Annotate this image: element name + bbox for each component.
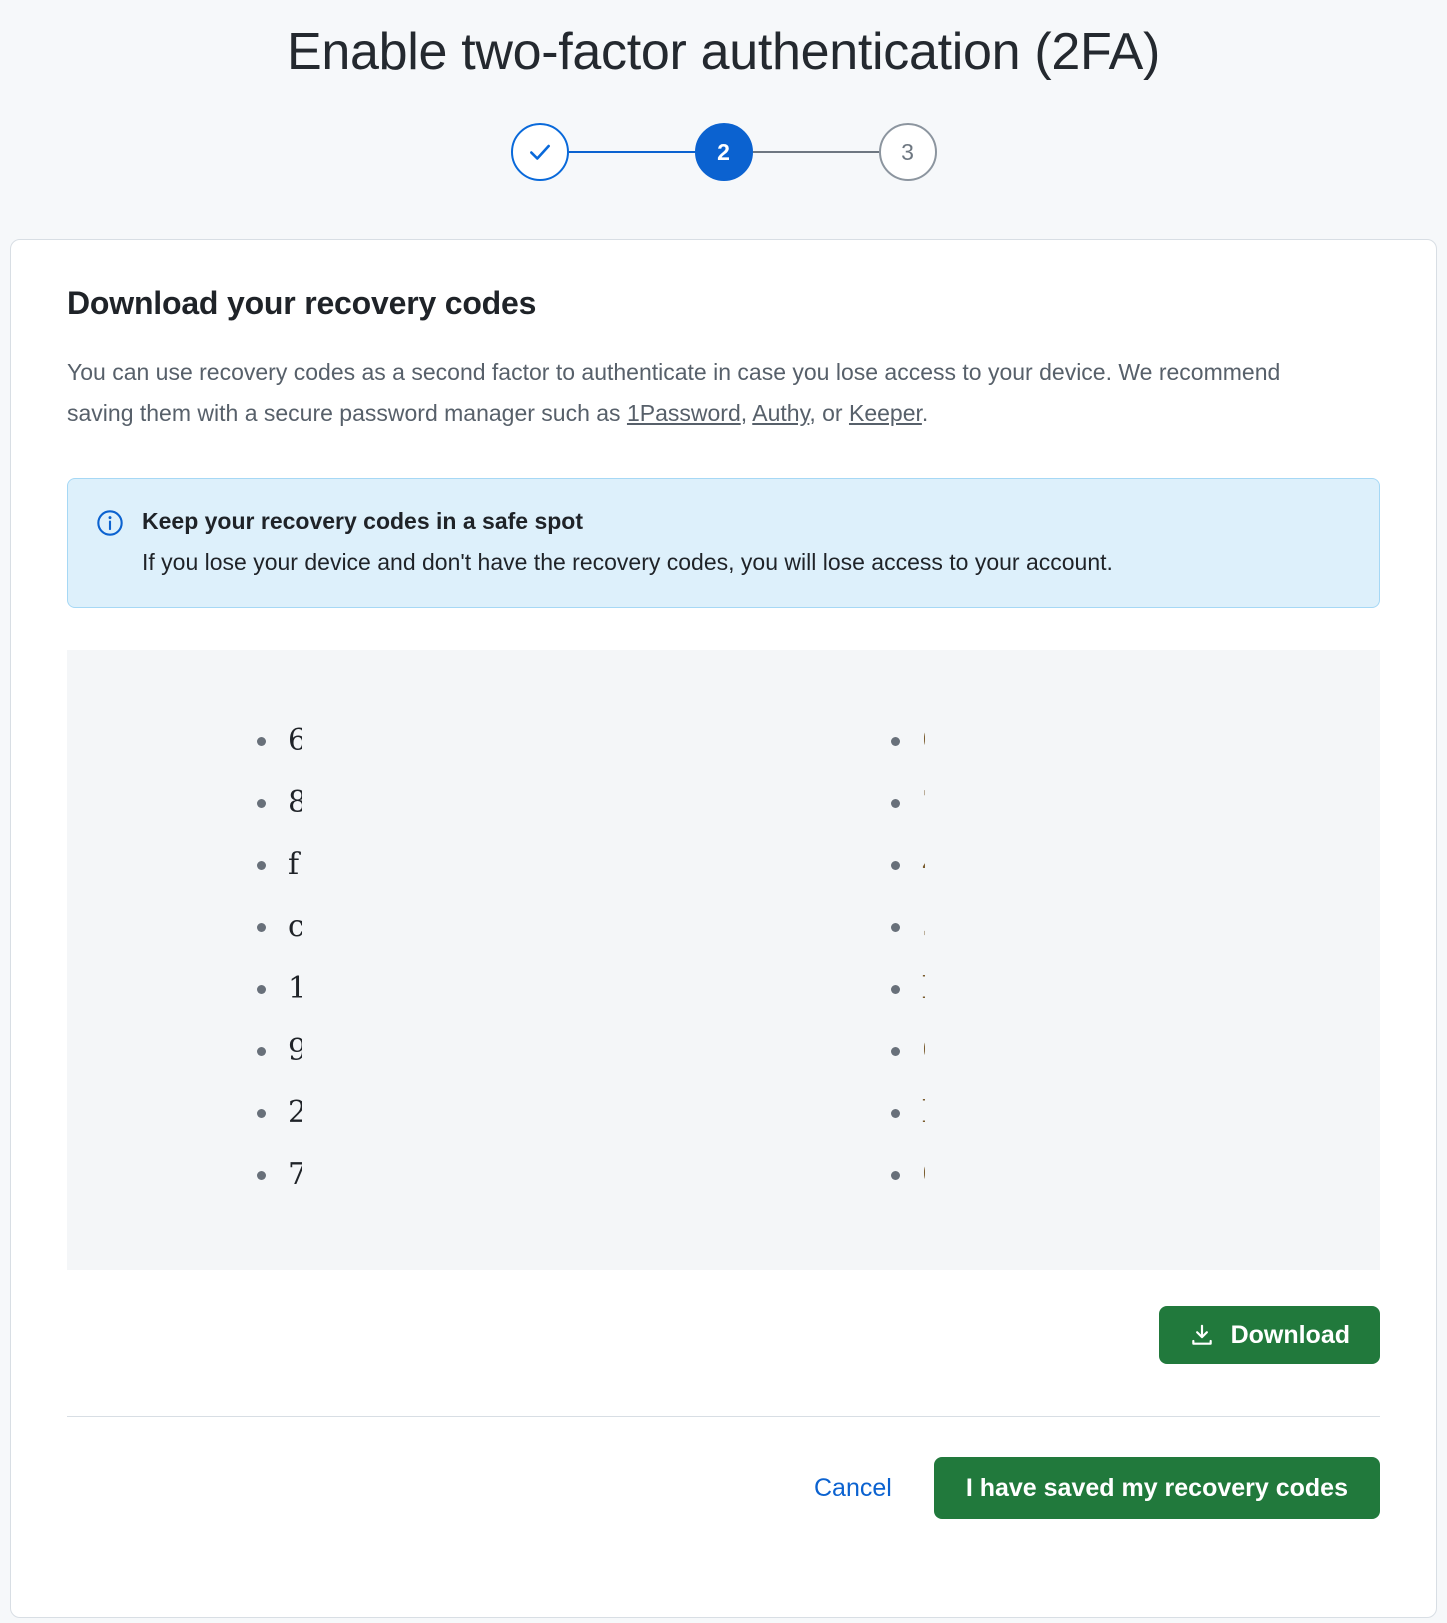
bullet-icon xyxy=(257,736,266,746)
list-item: 5 xyxy=(891,896,1335,958)
bullet-icon xyxy=(891,922,900,932)
bullet-icon xyxy=(257,1046,266,1056)
recovery-code: 0 xyxy=(922,1036,925,1066)
recovery-code: 0 xyxy=(922,1160,925,1190)
list-item: l xyxy=(891,958,1335,1020)
recovery-code: 6 xyxy=(288,726,302,757)
list-item: l xyxy=(891,1082,1335,1144)
bullet-icon xyxy=(257,860,266,870)
recovery-code: 7 xyxy=(288,1160,302,1191)
list-item: 0 xyxy=(891,710,1335,772)
download-icon xyxy=(1191,1324,1212,1345)
info-icon xyxy=(96,509,124,537)
info-alert-text: If you lose your device and don't have t… xyxy=(142,549,1113,576)
recovery-codes-column-right: 0 7 4 5 l 0 l 0 xyxy=(701,710,1335,1206)
bullet-icon xyxy=(891,736,900,746)
recovery-code: 0 xyxy=(922,726,925,756)
link-keeper[interactable]: Keeper xyxy=(849,400,922,426)
page-header: Enable two-factor authentication (2FA) 2… xyxy=(0,0,1447,239)
stepper-connector-1 xyxy=(568,151,695,153)
bullet-icon xyxy=(257,1170,266,1180)
recovery-code: 7 xyxy=(922,788,925,818)
recovery-codes-panel: 6 8 f c 1 9 2 7 0 7 4 5 l 0 l 0 xyxy=(67,650,1380,1271)
list-item: 9 xyxy=(257,1020,701,1082)
download-row: Download xyxy=(67,1270,1380,1365)
intro-sep-1: , xyxy=(740,399,753,426)
bullet-icon xyxy=(891,984,900,994)
info-alert-body: Keep your recovery codes in a safe spot … xyxy=(142,505,1353,581)
card-footer: Cancel I have saved my recovery codes xyxy=(67,1417,1380,1520)
step-2-label: 2 xyxy=(717,138,730,165)
list-item: 4 xyxy=(891,834,1335,896)
recovery-code: 9 xyxy=(288,1036,302,1067)
list-item: c xyxy=(257,896,701,958)
cancel-button[interactable]: Cancel xyxy=(814,1474,892,1503)
intro-sep-2: , or xyxy=(809,399,849,426)
recovery-code: 8 xyxy=(288,788,302,819)
step-3-upcoming[interactable]: 3 xyxy=(878,123,937,181)
link-1password[interactable]: 1Password xyxy=(627,400,741,426)
progress-stepper: 2 3 xyxy=(0,123,1447,181)
bullet-icon xyxy=(257,984,266,994)
section-title: Download your recovery codes xyxy=(67,285,537,321)
bullet-icon xyxy=(891,1108,900,1118)
recovery-code: 1 xyxy=(288,974,302,1005)
recovery-code: l xyxy=(922,974,925,1004)
info-alert: Keep your recovery codes in a safe spot … xyxy=(67,477,1380,609)
list-item: 7 xyxy=(257,1144,701,1206)
recovery-code: c xyxy=(288,912,302,943)
stepper-connector-2 xyxy=(752,151,879,153)
bullet-icon xyxy=(891,798,900,808)
bullet-icon xyxy=(891,1046,900,1056)
check-icon xyxy=(529,144,550,160)
step-2-active[interactable]: 2 xyxy=(694,123,753,181)
list-item: 1 xyxy=(257,958,701,1020)
download-button[interactable]: Download xyxy=(1158,1306,1380,1365)
recovery-code: f xyxy=(288,850,300,881)
recovery-codes-columns: 6 8 f c 1 9 2 7 0 7 4 5 l 0 l 0 xyxy=(67,710,1380,1206)
bullet-icon xyxy=(257,922,266,932)
recovery-code: 2 xyxy=(288,1098,302,1129)
list-item: 6 xyxy=(257,710,701,772)
bullet-icon xyxy=(891,1170,900,1180)
intro-text-end: . xyxy=(921,399,929,426)
recovery-codes-column-left: 6 8 f c 1 9 2 7 xyxy=(67,710,701,1206)
list-item: 7 xyxy=(891,772,1335,834)
download-button-label: Download xyxy=(1230,1320,1350,1349)
recovery-codes-card: Download your recovery codes You can use… xyxy=(10,239,1437,1618)
link-authy[interactable]: Authy xyxy=(752,400,809,426)
bullet-icon xyxy=(891,860,900,870)
list-item: f xyxy=(257,834,701,896)
intro-paragraph: You can use recovery codes as a second f… xyxy=(67,322,1337,434)
list-item: 2 xyxy=(257,1082,701,1144)
confirm-saved-codes-button[interactable]: I have saved my recovery codes xyxy=(933,1457,1380,1520)
list-item: 0 xyxy=(891,1020,1335,1082)
recovery-code: 4 xyxy=(922,850,925,880)
list-item: 8 xyxy=(257,772,701,834)
list-item: 0 xyxy=(891,1144,1335,1206)
info-alert-title: Keep your recovery codes in a safe spot xyxy=(142,507,584,534)
page-title: Enable two-factor authentication (2FA) xyxy=(286,23,1161,81)
recovery-code: l xyxy=(922,1098,925,1128)
step-1-completed[interactable] xyxy=(510,123,569,181)
bullet-icon xyxy=(257,798,266,808)
bullet-icon xyxy=(257,1108,266,1118)
recovery-code: 5 xyxy=(922,912,925,942)
step-3-label: 3 xyxy=(901,138,914,165)
